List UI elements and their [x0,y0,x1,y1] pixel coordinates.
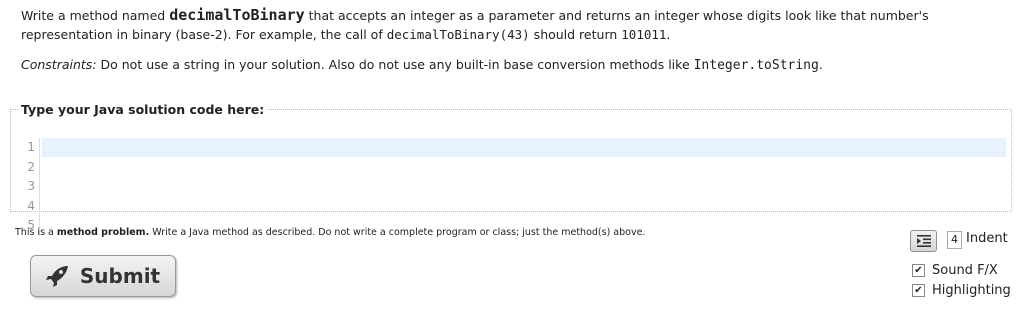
sound-fx-label: Sound F/X [932,263,998,278]
note-bold: method problem. [56,227,150,238]
indent-icon [916,232,931,251]
problem-type-note: This is a method problem. Write a Java m… [15,227,645,238]
example-result: 101011 [621,27,667,42]
sound-fx-checkbox[interactable]: ✔ [912,264,925,277]
method-name: decimalToBinary [169,6,305,24]
constraints-paragraph: Constraints: Do not use a string in your… [21,55,981,75]
problem-description: Write a method named decimalToBinary tha… [21,6,981,75]
example-call: decimalToBinary(43) [386,27,530,42]
editor-legend: Type your Java solution code here: [21,102,265,117]
constraints-text: . [818,57,823,72]
code-editor[interactable]: 1 2 3 4 5 [11,131,1011,236]
indent-button[interactable] [910,230,937,252]
constraints-text: Do not use a string in your solution. Al… [96,57,694,72]
rocket-icon [45,265,70,287]
line-number: 3 [27,179,35,193]
active-line-highlight [42,138,1006,157]
constraints-code: Integer.toString [693,58,819,73]
submit-label: Submit [79,264,161,288]
submit-button[interactable]: Submit [30,255,176,297]
prompt-text: . [666,27,671,42]
highlighting-label: Highlighting [932,283,1011,298]
indent-label: Indent [966,231,1008,246]
indent-size-input[interactable]: 4 [947,231,962,249]
prompt-text: Write a method named [21,8,170,23]
prompt-paragraph: Write a method named decimalToBinary tha… [21,6,981,44]
prompt-text: should return [529,27,622,42]
code-editor-fieldset: Type your Java solution code here: 1 2 3… [10,102,1012,236]
checkmark-icon: ✔ [914,284,923,296]
line-number: 4 [27,198,35,213]
highlighting-option[interactable]: ✔ Highlighting [912,283,1011,298]
line-number-gutter: 1 2 3 4 5 [19,138,40,236]
sound-fx-option[interactable]: ✔ Sound F/X [912,263,998,278]
line-number: 2 [27,159,35,174]
note-text: This is a [15,227,57,238]
highlighting-checkbox[interactable]: ✔ [912,284,925,297]
checkmark-icon: ✔ [914,264,923,276]
constraints-label: Constraints: [21,57,97,72]
line-number: 1 [27,140,35,154]
note-text: Write a Java method as described. Do not… [149,227,646,238]
